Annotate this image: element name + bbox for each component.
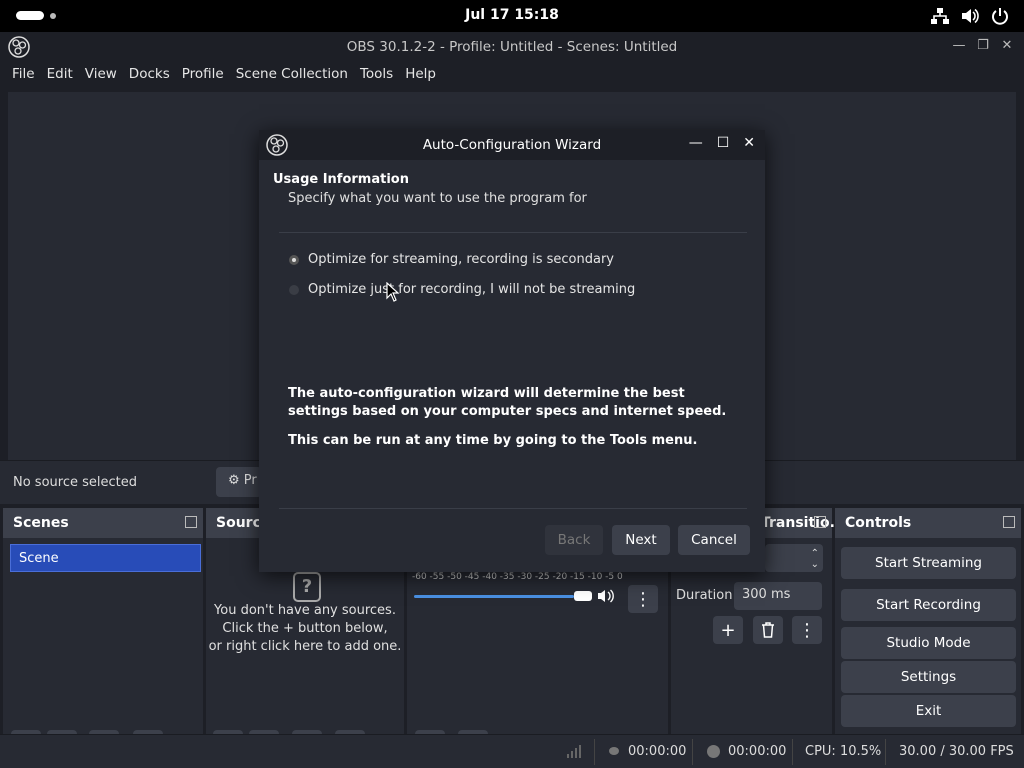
gear-icon: ⚙: [228, 473, 240, 488]
wizard-note-2: This can be run at any time by going to …: [288, 433, 698, 448]
status-separator: [792, 739, 793, 765]
more-vertical-icon: ⋮: [634, 588, 652, 610]
window-title: OBS 30.1.2-2 - Profile: Untitled - Scene…: [346, 39, 678, 55]
spin-arrows-icon: ⌃ ⌄: [810, 548, 819, 570]
menu-tools[interactable]: Tools: [354, 62, 399, 88]
controls-title: Controls: [845, 515, 912, 531]
stream-time: 00:00:00: [628, 744, 687, 759]
exit-button[interactable]: Exit: [841, 695, 1016, 727]
plus-icon: +: [720, 619, 736, 641]
menu-profile[interactable]: Profile: [176, 62, 230, 88]
status-separator: [594, 739, 595, 765]
transition-more-button[interactable]: ⋮: [792, 616, 822, 644]
duration-value: 300 ms: [742, 587, 791, 602]
settings-button[interactable]: Settings: [841, 661, 1016, 693]
volume-slider-handle[interactable]: [574, 591, 592, 601]
trash-icon: [762, 622, 774, 638]
menu-help[interactable]: Help: [399, 62, 442, 88]
properties-label: Pr: [243, 473, 257, 488]
menu-bar: File Edit View Docks Profile Scene Colle…: [0, 62, 1024, 88]
wizard-divider: [279, 232, 747, 233]
no-source-label: No source selected: [13, 475, 137, 490]
radio-recording[interactable]: [289, 285, 299, 295]
scenes-title: Scenes: [13, 515, 69, 531]
controls-dock-header: Controls: [835, 508, 1021, 538]
next-button[interactable]: Next: [612, 525, 670, 555]
wizard-heading: Usage Information: [273, 172, 409, 187]
audio-source-menu-button[interactable]: ⋮: [628, 585, 658, 613]
float-dock-icon[interactable]: [1003, 516, 1015, 528]
status-separator: [692, 739, 693, 765]
power-icon[interactable]: [990, 6, 1010, 26]
network-icon[interactable]: [930, 6, 950, 26]
volume-meter-scale: -60 -55 -50 -45 -40 -35 -30 -25 -20 -15 …: [412, 572, 623, 582]
empty-line-2: Click the + button below,: [222, 621, 388, 636]
record-time: 00:00:00: [728, 744, 787, 759]
start-streaming-button[interactable]: Start Streaming: [841, 547, 1016, 579]
cancel-button[interactable]: Cancel: [678, 525, 750, 555]
volume-slider-track[interactable]: [414, 595, 574, 598]
more-vertical-icon: ⋮: [798, 619, 816, 641]
wizard-subheading: Specify what you want to use the program…: [288, 191, 587, 206]
wizard-titlebar[interactable]: Auto-Configuration Wizard — ☐ ✕: [259, 130, 765, 160]
mouse-pointer-icon: [386, 281, 400, 302]
question-icon: ?: [293, 572, 321, 602]
stream-status-icon: [609, 747, 619, 755]
menu-edit[interactable]: Edit: [41, 62, 79, 88]
remove-transition-button[interactable]: [753, 616, 783, 644]
record-status-icon: [707, 745, 720, 758]
back-button[interactable]: Back: [545, 525, 603, 555]
cpu-usage: CPU: 10.5%: [805, 744, 882, 759]
signal-bars-icon: [566, 743, 582, 763]
wizard-footer-divider: [279, 508, 747, 509]
menu-view[interactable]: View: [79, 62, 123, 88]
add-transition-button[interactable]: +: [713, 616, 743, 644]
close-icon[interactable]: ✕: [1000, 38, 1014, 53]
transitions-title: Transitio...: [761, 515, 846, 531]
speaker-icon[interactable]: [597, 588, 615, 608]
option-streaming-label[interactable]: Optimize for streaming, recording is sec…: [308, 252, 614, 267]
fps-counter: 30.00 / 30.00 FPS: [899, 744, 1014, 759]
status-bar: 00:00:00 00:00:00 CPU: 10.5% 30.00 / 30.…: [0, 734, 1024, 768]
menu-scene-collection[interactable]: Scene Collection: [230, 62, 354, 88]
scenes-dock-header: Scenes: [3, 508, 203, 538]
scene-list-item[interactable]: Scene: [10, 544, 201, 572]
wizard-note-1: The auto-configuration wizard will deter…: [288, 386, 727, 419]
close-icon[interactable]: ✕: [743, 135, 755, 151]
system-tray[interactable]: [930, 6, 1010, 26]
duration-spinbox[interactable]: 300 ms: [734, 582, 822, 610]
window-titlebar[interactable]: OBS 30.1.2-2 - Profile: Untitled - Scene…: [0, 32, 1024, 62]
volume-icon[interactable]: [960, 6, 980, 26]
transition-select[interactable]: ⌃ ⌄: [765, 544, 823, 572]
radio-streaming[interactable]: [289, 255, 299, 265]
system-top-bar: Jul 17 15:18: [0, 0, 1024, 32]
minimize-icon[interactable]: —: [952, 38, 966, 53]
menu-file[interactable]: File: [6, 62, 41, 88]
minimize-icon[interactable]: —: [689, 135, 703, 151]
status-separator: [885, 739, 886, 765]
sources-title: Sourc: [216, 515, 261, 531]
start-recording-button[interactable]: Start Recording: [841, 589, 1016, 621]
duration-label: Duration: [676, 588, 733, 603]
float-dock-icon[interactable]: [814, 516, 826, 528]
auto-config-wizard-dialog: Auto-Configuration Wizard — ☐ ✕ Usage In…: [259, 130, 765, 572]
empty-line-3: or right click here to add one.: [208, 639, 402, 654]
system-clock[interactable]: Jul 17 15:18: [0, 7, 1024, 23]
restore-icon[interactable]: ❐: [976, 38, 990, 53]
menu-docks[interactable]: Docks: [123, 62, 176, 88]
sources-empty-message[interactable]: You don't have any sources. Click the + …: [206, 602, 404, 656]
maximize-icon[interactable]: ☐: [717, 135, 730, 151]
scenes-dock: Scenes Scene + ⌃ ⋮: [3, 508, 203, 766]
studio-mode-button[interactable]: Studio Mode: [841, 627, 1016, 659]
float-dock-icon[interactable]: [185, 516, 197, 528]
empty-line-1: You don't have any sources.: [214, 603, 396, 618]
properties-button[interactable]: ⚙ Pr: [216, 467, 262, 497]
option-recording-label[interactable]: Optimize just for recording, I will not …: [308, 282, 635, 297]
